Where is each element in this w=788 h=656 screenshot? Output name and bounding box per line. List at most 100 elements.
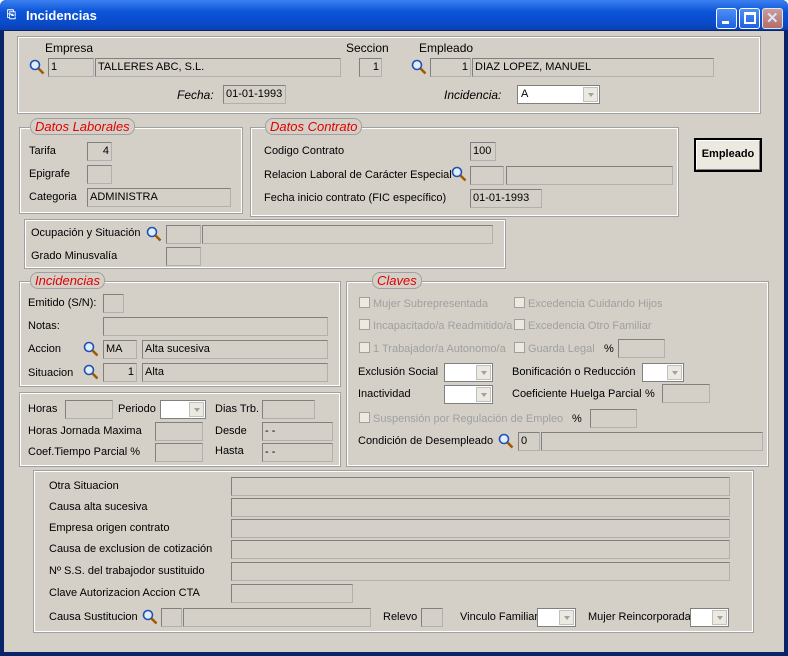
search-icon[interactable] (83, 364, 99, 380)
otra-situacion-field[interactable] (231, 477, 730, 496)
coef-field[interactable] (155, 443, 203, 462)
excedencia-familiar-checkbox[interactable] (514, 319, 525, 330)
causa-sustitucion-label: Causa Sustitucion (49, 611, 138, 623)
exclusion-select[interactable] (444, 363, 493, 382)
chevron-down-icon[interactable] (712, 610, 727, 625)
causa-sustitucion-desc-field (183, 608, 371, 627)
chevron-down-icon[interactable] (667, 365, 682, 380)
incidencia-select[interactable]: A (517, 85, 600, 104)
empresa-label: Empresa (45, 41, 94, 55)
search-icon[interactable] (146, 226, 162, 242)
chevron-down-icon[interactable] (476, 387, 491, 402)
close-button[interactable]: ✕ (762, 8, 783, 29)
incidencia-value: A (521, 88, 529, 100)
clave-autorizacion-field[interactable] (231, 584, 353, 603)
excedencia-hijos-label: Excedencia Cuidando Hijos (528, 298, 663, 310)
desde-label: Desde (215, 425, 247, 437)
seccion-field[interactable]: 1 (359, 58, 382, 77)
chevron-down-icon[interactable] (583, 87, 598, 102)
minusvalia-field[interactable] (166, 247, 201, 266)
jornada-field[interactable] (155, 422, 203, 441)
desempleado-desc-field (541, 432, 763, 451)
empleado-code-field[interactable]: 1 (430, 58, 471, 77)
empleado-label: Empleado (419, 41, 474, 55)
vinculo-select[interactable] (537, 608, 576, 627)
bonificacion-select[interactable] (642, 363, 684, 382)
desde-field[interactable]: - - (262, 422, 333, 441)
huelga-field[interactable] (662, 384, 710, 403)
autonomo-checkbox[interactable] (359, 342, 370, 353)
chevron-down-icon[interactable] (476, 365, 491, 380)
vinculo-label: Vinculo Familiar (460, 611, 539, 623)
periodo-label: Periodo (118, 403, 156, 415)
chevron-down-icon[interactable] (559, 610, 574, 625)
guarda-checkbox[interactable] (514, 342, 525, 353)
emitido-label: Emitido (S/N): (28, 297, 97, 309)
empresa-name-field: TALLERES ABC, S.L. (95, 58, 341, 77)
search-icon[interactable] (142, 609, 158, 625)
claves-legend: Claves (372, 272, 422, 289)
relacion-code-field[interactable] (470, 166, 504, 185)
accion-desc-field: Alta sucesiva (142, 340, 328, 359)
search-icon[interactable] (83, 341, 99, 357)
notas-field[interactable] (103, 317, 328, 336)
categoria-field[interactable]: ADMINISTRA (87, 188, 231, 207)
chevron-down-icon[interactable] (189, 402, 204, 417)
horas-label: Horas (28, 403, 58, 415)
epigrafe-field[interactable] (87, 165, 112, 184)
causa-exclusion-label: Causa de exclusion de cotización (49, 543, 213, 555)
autonomo-label: 1 Trabajador/a Autonomo/a (373, 343, 506, 355)
empleado-name-field: DIAZ LOPEZ, MANUEL (472, 58, 714, 77)
ocupacion-code-field[interactable] (166, 225, 201, 244)
maximize-button[interactable] (739, 8, 760, 29)
coef-label: Coef.Tiempo Parcial % (28, 446, 141, 458)
guarda-pct-field[interactable] (618, 339, 665, 358)
accion-label: Accion (28, 343, 62, 355)
title-bar[interactable]: ⎘ Incidencias ✕ (0, 0, 788, 30)
search-icon[interactable] (411, 59, 427, 75)
search-icon[interactable] (451, 166, 467, 182)
inactividad-select[interactable] (444, 385, 493, 404)
ocupacion-desc-field (202, 225, 493, 244)
causa-exclusion-field[interactable] (231, 540, 730, 559)
desempleado-code-field[interactable]: 0 (518, 432, 540, 451)
nss-field[interactable] (231, 562, 730, 581)
situacion-code-field[interactable]: 1 (103, 363, 137, 382)
suspension-checkbox[interactable] (359, 412, 370, 423)
emitido-field[interactable] (103, 294, 124, 313)
causa-alta-field[interactable] (231, 498, 730, 517)
empresa-code-field[interactable]: 1 (48, 58, 94, 77)
fic-label: Fecha inicio contrato (FIC específico) (264, 192, 447, 204)
empleado-button[interactable]: Empleado (694, 138, 762, 172)
mujer-checkbox[interactable] (359, 297, 370, 308)
desempleado-label: Condición de Desempleado (358, 435, 494, 447)
fecha-field[interactable]: 01-01-1993 (223, 85, 286, 104)
suspension-pct-label: % (572, 413, 582, 425)
guarda-label: Guarda Legal (528, 343, 595, 355)
excedencia-hijos-checkbox[interactable] (514, 297, 525, 308)
huelga-pct-label: % (645, 388, 655, 400)
fic-field[interactable]: 01-01-1993 (470, 189, 542, 208)
periodo-select[interactable] (160, 400, 206, 419)
hasta-field[interactable]: - - (262, 443, 333, 462)
relevo-field[interactable] (421, 608, 443, 627)
minimize-button[interactable] (716, 8, 737, 29)
incapacitado-checkbox[interactable] (359, 319, 370, 330)
epigrafe-label: Epigrafe (29, 168, 70, 180)
excedencia-familiar-label: Excedencia Otro Familiar (528, 320, 652, 332)
codigo-contrato-field[interactable]: 100 (470, 142, 496, 161)
suspension-pct-field[interactable] (590, 409, 637, 428)
causa-sustitucion-code-field[interactable] (161, 608, 182, 627)
mujer-reincorporada-select[interactable] (690, 608, 729, 627)
inactividad-label: Inactividad (358, 388, 411, 400)
datos-contrato-legend: Datos Contrato (265, 118, 363, 135)
search-icon[interactable] (29, 59, 45, 75)
empresa-origen-field[interactable] (231, 519, 730, 538)
horas-field[interactable] (65, 400, 113, 419)
search-icon[interactable] (498, 433, 514, 449)
window: ⎘ Incidencias ✕ Empresa Seccion Empleado… (0, 0, 788, 656)
dias-field[interactable] (262, 400, 315, 419)
accion-code-field[interactable]: MA (103, 340, 137, 359)
tarifa-field[interactable]: 4 (87, 142, 112, 161)
mujer-label: Mujer Subrepresentada (373, 298, 488, 310)
